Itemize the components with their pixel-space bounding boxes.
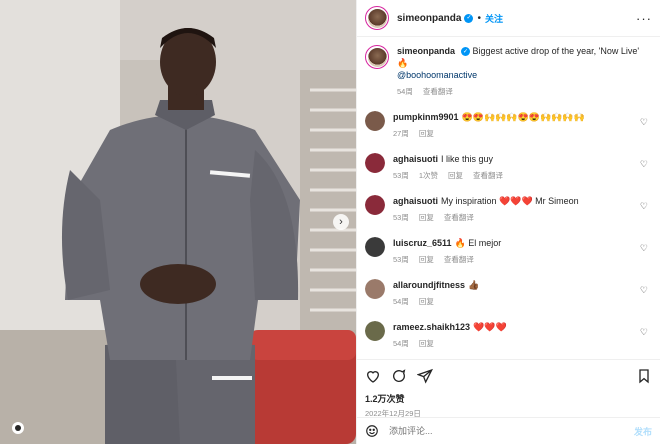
author-avatar[interactable] (365, 6, 389, 30)
more-options-icon[interactable]: ··· (636, 11, 652, 26)
save-bookmark-icon[interactable] (636, 368, 652, 384)
comment-like-heart-icon[interactable]: ♡ (640, 117, 648, 128)
comment-like-heart-icon[interactable]: ♡ (640, 201, 648, 212)
caption-mention[interactable]: @boohoomanactive (397, 70, 477, 80)
commenter-username[interactable]: allaroundjfitness (393, 280, 465, 290)
comment-time[interactable]: 53周 (393, 212, 409, 223)
commenter-avatar-face (365, 153, 385, 173)
comment-translate[interactable]: 查看翻译 (473, 170, 503, 181)
commenter-avatar[interactable] (365, 321, 385, 341)
post-photo[interactable]: › (0, 0, 356, 444)
post-panel: simeonpanda ✓ • 关注 ··· simeonpanda ✓ Bigg… (356, 0, 660, 444)
follow-button[interactable]: 关注 (485, 12, 503, 25)
commenter-username[interactable]: rameez.shaikh123 (393, 322, 470, 332)
comment-row: rameez.shaikh123 ❤️❤️❤️ 54周 回复 ♡ (365, 321, 652, 349)
comment-row: allaroundjfitness 👍🏾 54周 回复 ♡ (365, 279, 652, 307)
comment-row: luiscruz_6511 🔥 El mejor 53周 回复 查看翻译 ♡ (365, 237, 652, 265)
commenter-username[interactable]: luiscruz_6511 (393, 238, 452, 248)
comment-time[interactable]: 54周 (393, 296, 409, 307)
like-heart-icon[interactable] (365, 368, 381, 384)
share-icon[interactable] (417, 368, 433, 384)
comment-time[interactable]: 54周 (393, 338, 409, 349)
post-header: simeonpanda ✓ • 关注 ··· (357, 0, 660, 37)
add-comment-bar: 发布 (357, 417, 660, 444)
comment-like-heart-icon[interactable]: ♡ (640, 243, 648, 254)
commenter-avatar[interactable] (365, 111, 385, 131)
comment-text: I like this guy (441, 154, 494, 164)
comment-reply[interactable]: 回复 (448, 170, 463, 181)
comment-icon[interactable] (391, 368, 407, 384)
comments-list[interactable]: simeonpanda ✓ Biggest active drop of the … (357, 37, 660, 359)
comment-text: 👍🏾 (468, 280, 480, 290)
commenter-username[interactable]: aghaisuoti (393, 154, 438, 164)
next-image-button[interactable]: › (333, 214, 349, 230)
header-separator: • (477, 12, 481, 24)
comment-text: 😍😍🙌🙌🙌😍😍🙌🙌🙌🙌 (461, 112, 585, 122)
comment-reply[interactable]: 回复 (419, 338, 434, 349)
verified-icon: ✓ (461, 47, 471, 57)
commenter-avatar-face (365, 321, 385, 341)
comment-like-heart-icon[interactable]: ♡ (640, 285, 648, 296)
comment-row: aghaisuoti I like this guy 53周 1次赞 回复 查看翻… (365, 153, 652, 181)
comment-time[interactable]: 27周 (393, 128, 409, 139)
comment-reply[interactable]: 回复 (419, 212, 434, 223)
verified-icon: ✓ (464, 13, 474, 23)
commenter-avatar-face (365, 279, 385, 299)
comment-reply[interactable]: 回复 (419, 296, 434, 307)
caption-translate[interactable]: 查看翻译 (423, 86, 453, 97)
commenter-avatar[interactable] (365, 279, 385, 299)
comment-like-heart-icon[interactable]: ♡ (640, 159, 648, 170)
comment-input[interactable] (389, 426, 634, 436)
comment-likes[interactable]: 1次赞 (419, 170, 438, 181)
comment-reply[interactable]: 回复 (419, 254, 434, 265)
comment-text: My inspiration ❤️❤️❤️ Mr Simeon (441, 196, 579, 206)
action-bar: 1.2万次赞 2022年12月29日 (357, 359, 660, 418)
comment-time[interactable]: 53周 (393, 170, 409, 181)
comment-time[interactable]: 53周 (393, 254, 409, 265)
commenter-username[interactable]: aghaisuoti (393, 196, 438, 206)
likes-count[interactable]: 1.2万次赞 (365, 392, 652, 405)
commenter-avatar[interactable] (365, 237, 385, 257)
comment-row: aghaisuoti My inspiration ❤️❤️❤️ Mr Simeo… (365, 195, 652, 223)
emoji-icon[interactable] (365, 424, 379, 438)
post-comment-button[interactable]: 发布 (634, 425, 652, 438)
commenter-avatar[interactable] (365, 153, 385, 173)
comment-row: pumpkinm9901 😍😍🙌🙌🙌😍😍🙌🙌🙌🙌 27周 回复 ♡ (365, 111, 652, 139)
caption-username[interactable]: simeonpanda (397, 46, 455, 56)
commenter-avatar-face (365, 237, 385, 257)
author-username[interactable]: simeonpanda (397, 13, 461, 24)
commenter-avatar[interactable] (365, 195, 385, 215)
photo-illustration (0, 0, 356, 444)
commenter-avatar-face (365, 195, 385, 215)
commenter-username[interactable]: pumpkinm9901 (393, 112, 459, 122)
post-modal: › simeonpanda ✓ • 关注 ··· simeonpanda ✓ B… (0, 0, 660, 444)
comment-translate[interactable]: 查看翻译 (444, 212, 474, 223)
carousel-indicator (12, 422, 24, 434)
comment-reply[interactable]: 回复 (419, 128, 434, 139)
comment-text: 🔥 El mejor (454, 238, 502, 248)
commenter-avatar-face (365, 111, 385, 131)
caption-row: simeonpanda ✓ Biggest active drop of the … (365, 45, 652, 97)
caption-time[interactable]: 54周 (397, 86, 413, 97)
comment-like-heart-icon[interactable]: ♡ (640, 327, 648, 338)
comment-text: ❤️❤️❤️ (473, 322, 507, 332)
comment-translate[interactable]: 查看翻译 (444, 254, 474, 265)
caption-avatar[interactable] (365, 45, 389, 69)
